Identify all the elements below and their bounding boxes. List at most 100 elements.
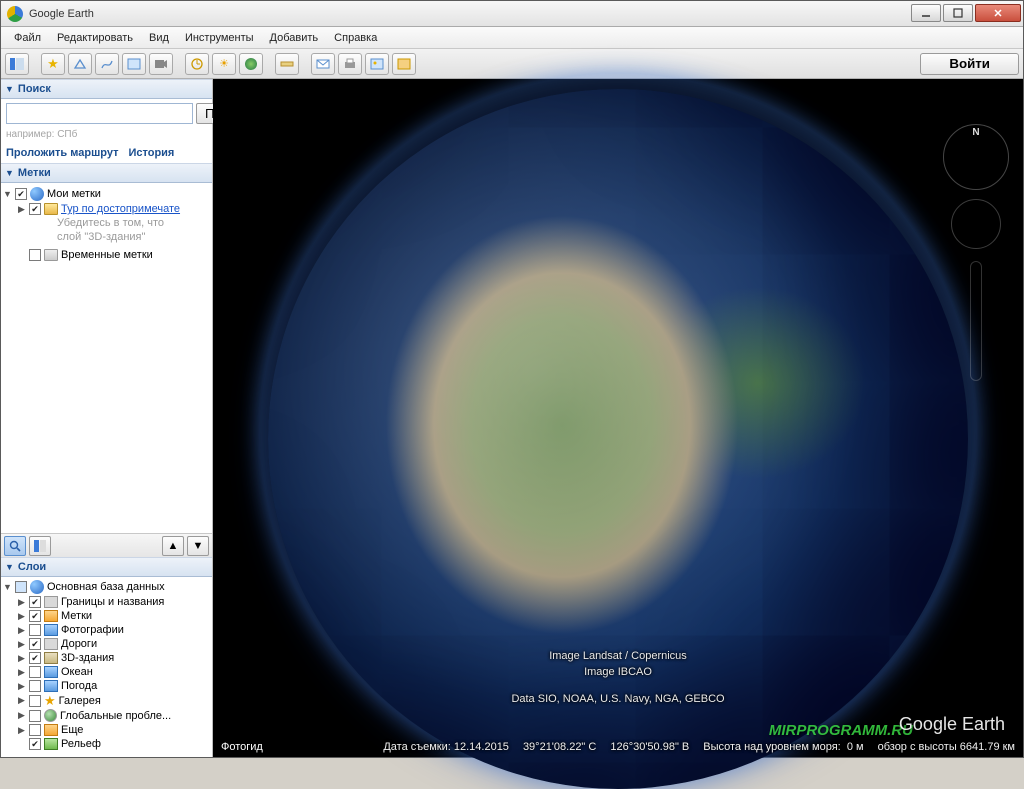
checkbox-icon[interactable]	[29, 738, 41, 750]
latitude: 39°21'08.22" С	[523, 741, 596, 753]
primary-database-node[interactable]: ▼ Основная база данных	[3, 579, 210, 595]
menu-edit[interactable]: Редактировать	[50, 30, 140, 46]
statusbar: Фотогид Дата съемки: 12.14.2015 39°21'08…	[213, 737, 1023, 757]
menubar: Файл Редактировать Вид Инструменты Добав…	[1, 27, 1023, 49]
search-panel-header[interactable]: ▼ Поиск	[1, 79, 212, 99]
search-hint: например: СПб	[6, 129, 207, 140]
move-down-icon[interactable]: ▼	[187, 536, 209, 556]
places-search-icon[interactable]	[4, 536, 26, 556]
sunlight-icon[interactable]: ☀	[212, 53, 236, 75]
search-input[interactable]	[6, 103, 193, 124]
layer-item[interactable]: ▶Рельеф	[3, 737, 210, 751]
checkbox-icon[interactable]	[29, 203, 41, 215]
placemark-icon[interactable]: ★	[41, 53, 65, 75]
checkbox-icon[interactable]	[29, 610, 41, 622]
print-icon[interactable]	[338, 53, 362, 75]
layers-title: Слои	[18, 561, 46, 573]
chevron-down-icon: ▼	[5, 562, 14, 572]
email-icon[interactable]	[311, 53, 335, 75]
titlebar: Google Earth	[1, 1, 1023, 27]
layer-icon	[44, 610, 58, 622]
menu-view[interactable]: Вид	[142, 30, 176, 46]
longitude: 126°30'50.98" В	[610, 741, 689, 753]
menu-help[interactable]: Справка	[327, 30, 384, 46]
layer-item[interactable]: ▶Дороги	[3, 637, 210, 651]
layer-icon	[44, 624, 58, 636]
layer-item[interactable]: ▶★Галерея	[3, 693, 210, 708]
places-panel-header[interactable]: ▼ Метки	[1, 163, 212, 183]
layer-item[interactable]: ▶Метки	[3, 609, 210, 623]
earth-icon	[30, 187, 44, 201]
chevron-down-icon: ▼	[5, 84, 14, 94]
search-history-link[interactable]: История	[128, 147, 174, 159]
checkbox-icon[interactable]	[29, 638, 41, 650]
maximize-button[interactable]	[943, 4, 973, 22]
image-overlay-icon[interactable]	[122, 53, 146, 75]
checkbox-icon[interactable]	[29, 666, 41, 678]
folder-icon	[44, 203, 58, 215]
menu-tools[interactable]: Инструменты	[178, 30, 261, 46]
sidebar: ▼ Поиск Поиск например: СПб Проложить ма…	[1, 79, 213, 757]
layer-item[interactable]: ▶Океан	[3, 665, 210, 679]
checkbox-icon[interactable]	[29, 624, 41, 636]
layer-icon	[44, 680, 58, 692]
layer-icon	[44, 666, 58, 678]
tour-hint: Убедитесь в том, что	[3, 216, 210, 230]
minimize-button[interactable]	[911, 4, 941, 22]
ruler-icon[interactable]	[275, 53, 299, 75]
close-button[interactable]	[975, 4, 1021, 22]
checkbox-icon[interactable]	[29, 724, 41, 736]
polygon-icon[interactable]	[68, 53, 92, 75]
map-viewport[interactable]: N Image Landsat / Copernicus Image IBCAO…	[213, 79, 1023, 757]
checkbox-icon[interactable]	[15, 188, 27, 200]
layers-panel-header[interactable]: ▼ Слои	[1, 557, 212, 577]
my-places-node[interactable]: ▼ Мои метки	[3, 186, 210, 202]
move-up-icon[interactable]: ▲	[162, 536, 184, 556]
zoom-slider[interactable]	[970, 261, 982, 381]
google-earth-logo: Google Earth	[899, 714, 1005, 735]
layers-tree: ▼ Основная база данных ▶Границы и назван…	[1, 577, 212, 757]
menu-file[interactable]: Файл	[7, 30, 48, 46]
checkbox-icon[interactable]	[15, 581, 27, 593]
layer-item[interactable]: ▶Фотографии	[3, 623, 210, 637]
imagery-date: Дата съемки: 12.14.2015	[383, 741, 509, 753]
history-icon[interactable]	[185, 53, 209, 75]
path-icon[interactable]	[95, 53, 119, 75]
eye-altitude: обзор с высоты 6641.79 км	[878, 741, 1015, 753]
window-title: Google Earth	[29, 8, 94, 20]
layer-item[interactable]: ▶Границы и названия	[3, 595, 210, 609]
layer-icon	[44, 596, 58, 608]
temporary-places-node[interactable]: ▶ Временные метки	[3, 248, 210, 262]
look-joystick[interactable]	[951, 199, 1001, 249]
planet-icon[interactable]	[239, 53, 263, 75]
layer-item[interactable]: ▶Глобальные пробле...	[3, 708, 210, 723]
layer-item[interactable]: ▶3D-здания	[3, 651, 210, 665]
layer-icon	[44, 652, 58, 664]
checkbox-icon[interactable]	[29, 249, 41, 261]
globe[interactable]	[268, 89, 968, 789]
star-icon: ★	[44, 694, 56, 707]
search-title: Поиск	[18, 83, 51, 95]
layer-icon	[44, 638, 58, 650]
compass-n-label: N	[972, 127, 979, 138]
layer-item[interactable]: ▶Еще	[3, 723, 210, 737]
menu-add[interactable]: Добавить	[263, 30, 326, 46]
checkbox-icon[interactable]	[29, 710, 41, 722]
checkbox-icon[interactable]	[29, 596, 41, 608]
login-button[interactable]: Войти	[920, 53, 1019, 75]
checkbox-icon[interactable]	[29, 695, 41, 707]
toggle-sidebar-icon[interactable]	[5, 53, 29, 75]
places-title: Метки	[18, 167, 51, 179]
layer-item[interactable]: ▶Погода	[3, 679, 210, 693]
record-tour-icon[interactable]	[149, 53, 173, 75]
toolbar: ★ ☀ Войти	[1, 49, 1023, 79]
compass-control[interactable]: N	[943, 124, 1009, 190]
checkbox-icon[interactable]	[29, 680, 41, 692]
save-image-icon[interactable]	[365, 53, 389, 75]
get-directions-link[interactable]: Проложить маршрут	[6, 147, 118, 159]
photoguide-link[interactable]: Фотогид	[221, 741, 263, 753]
sightseeing-tour-node[interactable]: ▶ Тур по достопримечате	[3, 202, 210, 216]
places-split-icon[interactable]	[29, 536, 51, 556]
view-in-maps-icon[interactable]	[392, 53, 416, 75]
checkbox-icon[interactable]	[29, 652, 41, 664]
